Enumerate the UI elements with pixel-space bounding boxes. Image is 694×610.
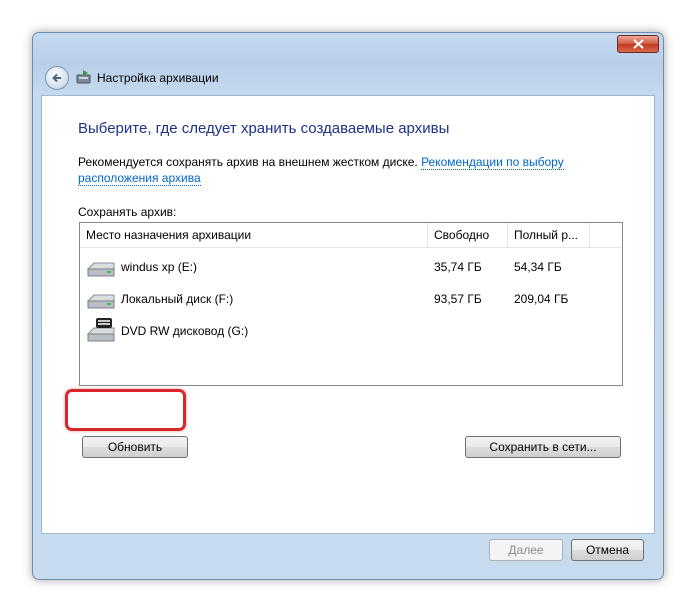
dvd-drive-icon	[86, 318, 115, 342]
drive-total: 209,04 ГБ	[514, 292, 569, 306]
navigation-bar: Настройка архивации	[41, 61, 655, 95]
drive-free: 93,57 ГБ	[434, 292, 482, 306]
close-icon	[633, 39, 644, 49]
backup-settings-window: Настройка архивации Выберите, где следуе…	[32, 32, 664, 580]
back-button[interactable]	[45, 66, 69, 90]
list-item[interactable]: Локальный диск (F:) 93,57 ГБ 209,04 ГБ	[80, 283, 622, 315]
title-bar	[33, 33, 663, 61]
back-arrow-icon	[52, 73, 61, 83]
window-title: Настройка архивации	[97, 71, 219, 85]
hard-drive-icon	[86, 262, 115, 277]
destination-list[interactable]: Место назначения архивации Свободно Полн…	[79, 222, 623, 386]
list-header: Место назначения архивации Свободно Полн…	[80, 223, 622, 248]
drive-free: 35,74 ГБ	[434, 260, 482, 274]
close-button[interactable]	[617, 35, 659, 53]
recommendation-text-block: Рекомендуется сохранять архив на внешнем…	[78, 154, 578, 186]
drive-name: DVD RW дисковод (G:)	[121, 324, 249, 338]
list-item[interactable]: windus xp (E:) 35,74 ГБ 54,34 ГБ	[80, 251, 622, 283]
column-header-free[interactable]: Свободно	[428, 223, 508, 247]
refresh-button-highlight	[65, 389, 186, 431]
column-header-total[interactable]: Полный р...	[508, 223, 590, 247]
column-header-destination[interactable]: Место назначения архивации	[80, 223, 428, 247]
recommendation-text: Рекомендуется сохранять архив на внешнем…	[78, 155, 418, 169]
refresh-button[interactable]: Обновить	[82, 436, 188, 458]
drive-name: windus xp (E:)	[121, 260, 198, 274]
save-on-network-button[interactable]: Сохранить в сети...	[465, 436, 621, 458]
backup-icon	[76, 70, 91, 84]
save-location-label: Сохранять архив:	[78, 205, 177, 219]
drive-name: Локальный диск (F:)	[121, 292, 234, 306]
content-panel: Выберите, где следует хранить создаваемы…	[41, 95, 655, 534]
drive-total: 54,34 ГБ	[514, 260, 562, 274]
cancel-button[interactable]: Отмена	[571, 539, 644, 561]
list-item[interactable]: DVD RW дисковод (G:)	[80, 315, 622, 347]
next-button[interactable]: Далее	[489, 539, 563, 561]
page-heading: Выберите, где следует хранить создаваемы…	[78, 120, 450, 137]
hard-drive-icon	[86, 294, 115, 309]
